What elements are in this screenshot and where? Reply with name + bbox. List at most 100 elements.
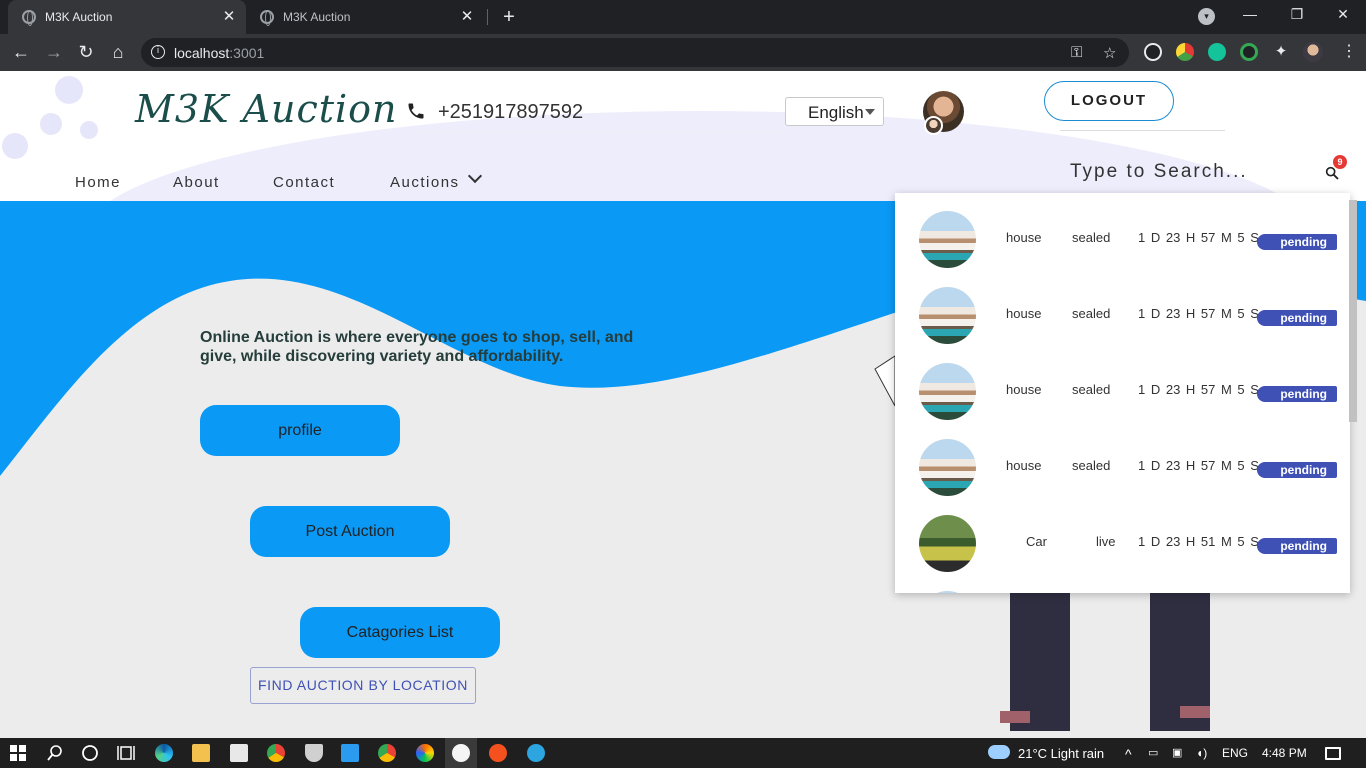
windows-start-icon[interactable] bbox=[9, 744, 27, 762]
secondary-avatar bbox=[924, 116, 943, 135]
active-app-icon[interactable] bbox=[452, 744, 470, 762]
tab-m3k-auction[interactable]: M3K Auction ✕ bbox=[246, 0, 484, 34]
app-icon[interactable] bbox=[416, 744, 434, 762]
phone-icon bbox=[408, 103, 424, 119]
browser-toolbar: ← → ↻ ⌂ i localhost:3001 ⚿ ☆ ✦ ⋮ bbox=[0, 34, 1366, 71]
result-row[interactable]: Car live 1 D 23 H 51 M 5 S pending bbox=[895, 497, 1350, 573]
grammarly-icon[interactable] bbox=[1208, 43, 1226, 61]
auction-type: sealed bbox=[1072, 458, 1111, 473]
nav-auctions[interactable]: Auctions bbox=[390, 174, 460, 191]
auction-thumbnail bbox=[919, 363, 976, 420]
url-text: localhost:3001 bbox=[174, 45, 265, 61]
home-icon[interactable]: ⌂ bbox=[107, 41, 129, 63]
minimize-icon[interactable]: — bbox=[1238, 6, 1262, 22]
nav-about[interactable]: About bbox=[173, 174, 220, 191]
bookmark-star-icon[interactable]: ☆ bbox=[1103, 44, 1116, 62]
post-auction-button[interactable]: Post Auction bbox=[250, 506, 450, 557]
result-row[interactable]: house sealed 1 D 23 H 57 M 5 S pending bbox=[895, 269, 1350, 345]
tab-m3k-auction-active[interactable]: M3K Auction ✕ bbox=[8, 0, 246, 34]
telegram-icon[interactable] bbox=[527, 744, 545, 762]
status-badge: pending bbox=[1257, 538, 1337, 554]
weather-cloud-icon[interactable] bbox=[988, 745, 1010, 759]
tab-search-icon[interactable]: ▾ bbox=[1198, 8, 1215, 25]
profile-avatar-icon[interactable] bbox=[1303, 42, 1323, 62]
logout-button[interactable]: LOGOUT bbox=[1044, 81, 1174, 121]
chrome-icon[interactable] bbox=[267, 744, 285, 762]
task-view-icon[interactable] bbox=[117, 744, 135, 762]
decor-dot bbox=[55, 76, 83, 104]
input-language[interactable]: ENG bbox=[1222, 746, 1248, 760]
search-icon[interactable] bbox=[46, 744, 64, 762]
forward-icon[interactable]: → bbox=[43, 41, 65, 63]
chrome-icon-2[interactable] bbox=[378, 744, 396, 762]
auction-type: live bbox=[1096, 534, 1116, 549]
browser-tab-bar: M3K Auction ✕ M3K Auction ✕ + ▾ — ❐ ✕ bbox=[0, 0, 1366, 34]
site-header: M3K Auction +251917897592 English LOGOUT… bbox=[0, 71, 1366, 201]
battery-icon[interactable]: ▭ bbox=[1148, 746, 1158, 759]
decor-dot bbox=[80, 121, 98, 139]
find-auction-by-location-button[interactable]: FIND AUCTION BY LOCATION bbox=[250, 667, 476, 704]
site-logo[interactable]: M3K Auction bbox=[135, 87, 398, 131]
new-tab-button[interactable]: + bbox=[498, 6, 520, 28]
volume-icon[interactable]: ◖) bbox=[1196, 746, 1207, 760]
close-tab-icon[interactable]: ✕ bbox=[220, 8, 238, 26]
search-input[interactable]: Type to Search... bbox=[1070, 161, 1248, 183]
nav-home[interactable]: Home bbox=[75, 174, 121, 191]
chevron-up-icon[interactable]: ^ bbox=[1125, 746, 1132, 762]
globe-icon bbox=[260, 10, 274, 26]
extensions-puzzle-icon[interactable]: ✦ bbox=[1272, 43, 1290, 61]
auction-name: house bbox=[1006, 458, 1042, 473]
extension-circle-icon[interactable] bbox=[1240, 43, 1258, 61]
address-bar[interactable]: i localhost:3001 ⚿ ☆ bbox=[141, 38, 1129, 67]
auction-timer: 1 D 23 H 57 M 5 S bbox=[1138, 382, 1259, 397]
profile-button[interactable]: profile bbox=[200, 405, 400, 456]
key-icon[interactable]: ⚿ bbox=[1071, 44, 1082, 61]
extension-w-icon[interactable] bbox=[1144, 43, 1162, 61]
auction-name: house bbox=[1006, 306, 1042, 321]
phone-number: +251917897592 bbox=[438, 101, 584, 123]
back-icon[interactable]: ← bbox=[10, 41, 32, 63]
page-scrollbar[interactable] bbox=[1349, 200, 1357, 422]
restore-icon[interactable]: ❐ bbox=[1285, 6, 1309, 23]
close-tab-icon[interactable]: ✕ bbox=[458, 8, 476, 26]
globe-icon bbox=[22, 10, 36, 26]
auction-timer: 1 D 23 H 51 M 5 S bbox=[1138, 534, 1259, 549]
vscode-icon[interactable] bbox=[341, 744, 359, 762]
auction-type: sealed bbox=[1072, 382, 1111, 397]
auction-thumbnail bbox=[919, 211, 976, 268]
auction-name: Car bbox=[1026, 534, 1047, 549]
mail-icon[interactable] bbox=[230, 744, 248, 762]
weather-text[interactable]: 21°C Light rain bbox=[1018, 746, 1104, 761]
site-info-icon[interactable]: i bbox=[151, 45, 165, 59]
auction-timer: 1 D 23 H 57 M 5 S bbox=[1138, 306, 1259, 321]
chevron-down-icon bbox=[865, 109, 875, 115]
network-icon[interactable]: ▣ bbox=[1172, 746, 1182, 759]
postman-icon[interactable] bbox=[489, 744, 507, 762]
task-view-circle-icon[interactable] bbox=[81, 744, 99, 762]
close-window-icon[interactable]: ✕ bbox=[1331, 6, 1355, 23]
auction-thumbnail bbox=[919, 515, 976, 572]
result-row[interactable]: house sealed 1 D 23 H 57 M 5 S pending bbox=[895, 345, 1350, 421]
tab-title: M3K Auction bbox=[45, 10, 113, 24]
auction-thumbnail bbox=[919, 591, 976, 593]
security-shield-icon[interactable] bbox=[305, 744, 323, 762]
result-row[interactable] bbox=[895, 573, 1350, 593]
result-row[interactable]: house sealed 1 D 23 H 57 M 5 S pending bbox=[895, 193, 1350, 269]
auction-type: sealed bbox=[1072, 230, 1111, 245]
file-explorer-icon[interactable] bbox=[192, 744, 210, 762]
edge-browser-icon[interactable] bbox=[155, 744, 173, 762]
auction-timer: 1 D 23 H 57 M 5 S bbox=[1138, 458, 1259, 473]
auction-timer: 1 D 23 H 57 M 5 S bbox=[1138, 230, 1259, 245]
result-row[interactable]: house sealed 1 D 23 H 57 M 5 S pending bbox=[895, 421, 1350, 497]
tab-separator bbox=[487, 9, 488, 25]
auction-type: sealed bbox=[1072, 306, 1111, 321]
clock[interactable]: 4:48 PM bbox=[1262, 746, 1307, 760]
notifications-icon[interactable] bbox=[1325, 747, 1341, 760]
nav-contact[interactable]: Contact bbox=[273, 174, 335, 191]
menu-kebab-icon[interactable]: ⋮ bbox=[1340, 43, 1358, 61]
reload-icon[interactable]: ↻ bbox=[75, 41, 97, 63]
extension-color-icon[interactable] bbox=[1176, 43, 1194, 61]
language-select[interactable]: English bbox=[785, 97, 884, 126]
categories-list-button[interactable]: Catagories List bbox=[300, 607, 500, 658]
search-results-dropdown: house sealed 1 D 23 H 57 M 5 S pending h… bbox=[895, 193, 1350, 593]
